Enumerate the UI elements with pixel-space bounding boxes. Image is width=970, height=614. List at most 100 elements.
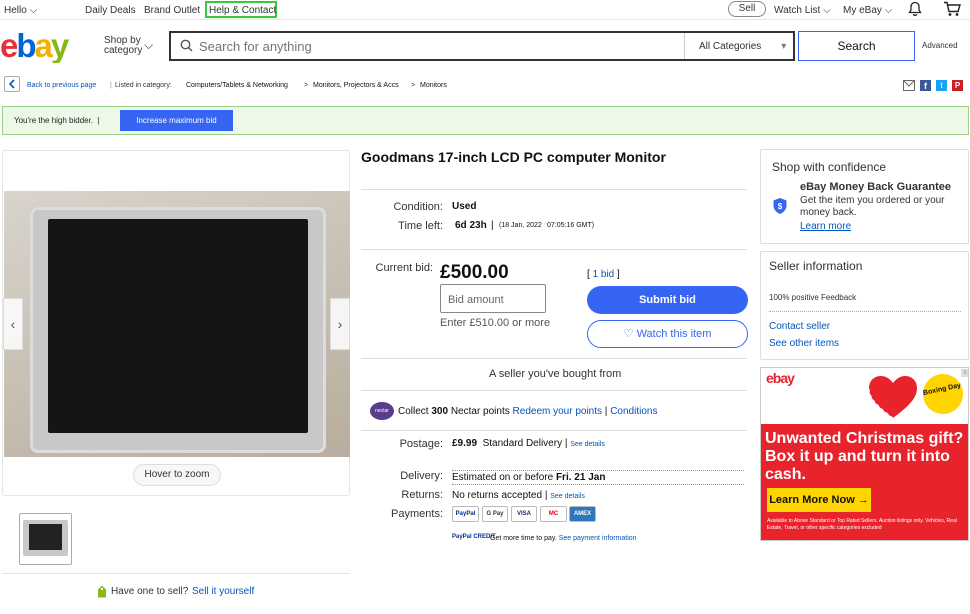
previous-image-arrow-icon[interactable]: ‹ xyxy=(3,298,23,350)
help-contact-link[interactable]: Help & Contact xyxy=(209,5,276,16)
image-gallery: ‹ › Hover to zoom xyxy=(2,150,350,496)
guarantee-text: Get the item you ordered or your money b… xyxy=(800,195,945,218)
svg-text:$: $ xyxy=(778,202,783,211)
sell-link[interactable]: Sell xyxy=(728,1,766,17)
my-ebay-link[interactable]: My eBay ⌵ xyxy=(843,5,892,16)
heart-icon: ♡ xyxy=(623,328,634,340)
product-photo[interactable] xyxy=(4,191,350,457)
chevron-down-icon: ⌵ xyxy=(823,5,831,16)
thumbnail-monitor-image xyxy=(23,520,68,556)
pinterest-share-icon[interactable]: P xyxy=(952,80,963,91)
breadcrumb-item-monitors[interactable]: Monitors xyxy=(420,82,447,89)
shield-icon: $ xyxy=(772,197,788,218)
bid-count-link[interactable]: 1 bid xyxy=(593,269,615,280)
paypal-icon: PayPal xyxy=(452,506,479,522)
hover-to-zoom-label: Hover to zoom xyxy=(133,464,221,486)
divider xyxy=(361,249,747,250)
image-thumbnail[interactable] xyxy=(19,513,72,565)
search-icon xyxy=(180,39,193,55)
ebay-logo[interactable]: ebay xyxy=(0,27,84,66)
current-bid-label: Current bid: xyxy=(375,262,433,274)
ad-header: ebay Boxing Day xyxy=(761,368,968,424)
back-arrow-icon[interactable] xyxy=(4,76,20,92)
advertisement-banner[interactable]: ebay Boxing Day Unwanted Christmas gift?… xyxy=(760,367,969,541)
cart-icon[interactable] xyxy=(943,1,961,20)
breadcrumb-item-monitors-projectors[interactable]: Monitors, Projectors & Accs xyxy=(313,82,399,89)
next-image-arrow-icon[interactable]: › xyxy=(330,298,350,350)
watch-item-button[interactable]: ♡ Watch this item xyxy=(587,320,748,348)
brand-outlet-link[interactable]: Brand Outlet xyxy=(144,5,200,16)
sell-it-yourself-link[interactable]: Sell it yourself xyxy=(192,586,254,597)
seller-info-title: Seller information xyxy=(769,259,863,273)
time-divider: | xyxy=(491,220,494,231)
increase-max-bid-button[interactable]: Increase maximum bid xyxy=(120,110,233,131)
conditions-link[interactable]: Conditions xyxy=(610,406,657,417)
facebook-share-icon[interactable]: f xyxy=(920,80,931,91)
collect-label: Collect xyxy=(398,406,429,417)
daily-deals-link[interactable]: Daily Deals xyxy=(85,5,136,16)
time-left-value: 6d 23h xyxy=(455,220,487,231)
ad-choices-icon[interactable]: i xyxy=(961,369,968,377)
listed-in-label: Listed in category: xyxy=(115,82,172,89)
ad-fine-print: Available to Above Standard or Top Rated… xyxy=(767,518,957,531)
advanced-search-link[interactable]: Advanced xyxy=(922,41,958,50)
nectar-logo-icon: nectar xyxy=(370,402,394,420)
contact-seller-link[interactable]: Contact seller xyxy=(769,321,830,332)
search-divider xyxy=(684,33,685,59)
postage-details-link[interactable]: See details xyxy=(570,441,605,448)
twitter-share-icon[interactable]: t xyxy=(936,80,947,91)
divider xyxy=(769,311,961,312)
high-bidder-label: You're the high bidder. xyxy=(14,116,94,125)
returns-details-link[interactable]: See details xyxy=(550,493,585,500)
shop-by-category[interactable]: Shop by category xyxy=(104,36,142,56)
back-to-previous-link[interactable]: Back to previous page xyxy=(27,82,96,89)
see-other-items-link[interactable]: See other items xyxy=(769,338,839,349)
high-bidder-text: You're the high bidder. | xyxy=(14,116,100,125)
bid-count[interactable]: [ 1 bid ] xyxy=(587,269,620,280)
watch-item-label: Watch this item xyxy=(636,328,712,340)
breadcrumb-separator: > xyxy=(411,82,416,89)
submit-bid-button[interactable]: Submit bid xyxy=(587,286,748,314)
paypal-credit-row: Get more time to pay. See payment inform… xyxy=(490,535,637,542)
condition-label: Condition: xyxy=(393,201,443,213)
returns-text: No returns accepted xyxy=(452,490,543,501)
delivery-row: Estimated on or before Fri. 21 Jan xyxy=(452,470,744,485)
seller-feedback: 100% positive Feedback xyxy=(769,293,857,302)
learn-more-link[interactable]: Learn more xyxy=(800,221,851,232)
divider xyxy=(361,390,747,391)
ad-ebay-logo: ebay xyxy=(766,370,795,386)
bid-amount-input[interactable]: Bid amount xyxy=(440,284,546,313)
high-bidder-banner: You're the high bidder. | Increase maxim… xyxy=(2,106,969,135)
search-input[interactable] xyxy=(199,37,679,55)
delivery-date: Fri. 21 Jan xyxy=(555,472,606,483)
nectar-points-count: 300 xyxy=(431,406,449,417)
confidence-title: Shop with confidence xyxy=(772,160,887,174)
end-date: (18 Jan, 2022 xyxy=(499,222,542,229)
bid-hint: Enter £510.00 or more xyxy=(440,317,551,329)
redeem-points-link[interactable]: Redeem your points xyxy=(513,406,603,417)
breadcrumb-item-computers[interactable]: Computers/Tablets & Networking xyxy=(186,82,288,89)
breadcrumb-separator: > xyxy=(304,82,309,89)
chevron-down-icon: ⌵ xyxy=(29,5,38,16)
ad-learn-more-button[interactable]: Learn More Now → xyxy=(767,488,871,512)
payment-information-link[interactable]: See payment information xyxy=(559,535,637,542)
have-one-to-sell-text: Have one to sell? xyxy=(111,586,189,597)
paypal-credit-text: Get more time to pay. xyxy=(490,535,557,542)
bell-icon[interactable] xyxy=(907,1,923,20)
heart-gift-icon xyxy=(867,374,919,423)
watch-list-link[interactable]: Watch List ⌵ xyxy=(774,5,831,16)
hello-user-link[interactable]: Hello ⌵ xyxy=(4,5,37,16)
seller-information-box: Seller information 100% positive Feedbac… xyxy=(760,251,969,360)
current-bid-price: £500.00 xyxy=(440,262,509,283)
chevron-down-icon: ▾ xyxy=(781,41,787,52)
listing-title: Goodmans 17-inch LCD PC computer Monitor xyxy=(361,149,666,165)
ad-headline: Unwanted Christmas gift? Box it up and t… xyxy=(765,430,964,483)
category-select[interactable]: All Categories ▾ xyxy=(699,41,786,52)
postage-price: £9.99 xyxy=(452,438,478,449)
delivery-label: Delivery: xyxy=(400,470,443,482)
postage-row: £9.99 Standard Delivery | See details xyxy=(452,438,605,449)
divider xyxy=(2,573,350,574)
condition-value: Used xyxy=(452,201,477,212)
email-share-icon[interactable] xyxy=(903,80,915,94)
search-button[interactable]: Search xyxy=(798,31,915,61)
